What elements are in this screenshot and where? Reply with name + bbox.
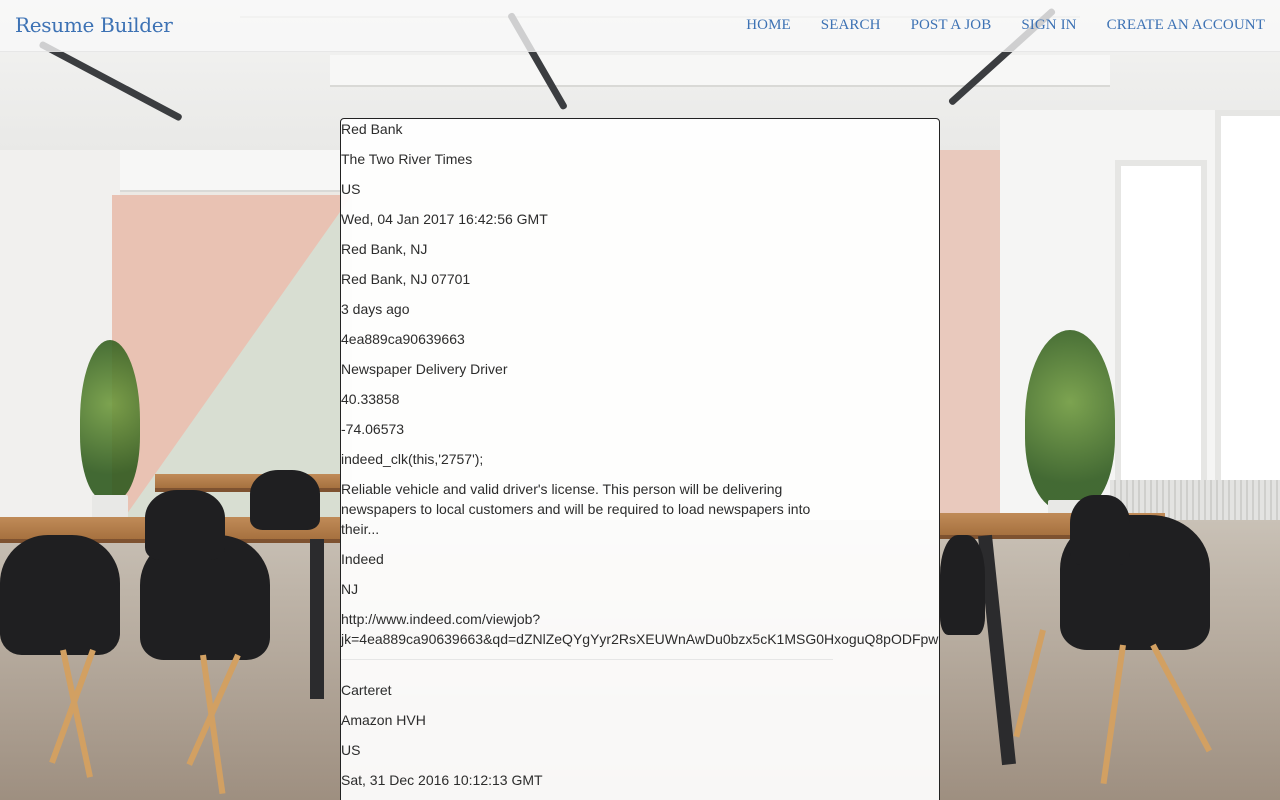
nav-item-search: SEARCH [806,17,896,34]
table-leg [310,539,324,699]
job-country: US [341,181,361,197]
nav-link-home[interactable]: HOME [731,17,806,34]
job-longitude: -74.06573 [341,421,405,437]
job-date: Sat, 31 Dec 2016 10:12:13 GMT [341,772,543,788]
job-listing: Carteret Amazon HVH US Sat, 31 Dec 2016 … [341,680,939,790]
job-company: Amazon HVH [341,712,426,728]
job-country: US [341,742,361,758]
job-company: The Two River Times [341,151,473,167]
job-formatted-location-full: Red Bank, NJ 07701 [341,271,471,287]
nav-item-home: HOME [731,17,806,34]
nav-link-search[interactable]: SEARCH [806,17,896,34]
plant [1025,330,1115,510]
nav-links: HOME SEARCH POST A JOB SIGN IN CREATE AN… [731,0,1265,51]
job-city: Carteret [341,682,392,698]
job-snippet: Reliable vehicle and valid driver's lice… [341,481,811,537]
brand-link[interactable]: Resume Builder [15,13,173,37]
window [1115,160,1207,502]
job-listing: Red Bank The Two River Times US Wed, 04 … [341,119,939,660]
job-onmousedown: indeed_clk(this,'2757'); [341,451,484,467]
job-latitude: 40.33858 [341,391,400,407]
chair [0,535,120,655]
job-source: Indeed [341,551,384,567]
chair [250,470,320,530]
nav-link-sign-in[interactable]: SIGN IN [1006,17,1091,34]
job-url-line-2: jk=4ea889ca90639663&qd=dZNlZeQYgYyr2RsXE… [341,631,939,647]
plant [80,340,140,500]
chair [940,535,985,635]
window [1215,110,1280,502]
nav-item-sign-in: SIGN IN [1006,17,1091,34]
chair [1070,495,1130,565]
nav-item-post-a-job: POST A JOB [896,17,1007,34]
nav-link-create-account[interactable]: CREATE AN ACCOUNT [1092,17,1265,34]
job-date: Wed, 04 Jan 2017 16:42:56 GMT [341,211,548,227]
nav-link-post-a-job[interactable]: POST A JOB [896,17,1007,34]
job-url[interactable]: http://www.indeed.com/viewjob? jk=4ea889… [341,609,939,649]
job-formatted-location: Red Bank, NJ [341,241,428,257]
job-title: Newspaper Delivery Driver [341,361,508,377]
job-state: NJ [341,581,359,597]
job-relative-time: 3 days ago [341,301,410,317]
nav-item-create-account: CREATE AN ACCOUNT [1092,17,1265,34]
job-separator [341,659,833,660]
navbar: Resume Builder HOME SEARCH POST A JOB SI… [0,0,1280,52]
job-key: 4ea889ca90639663 [341,331,465,347]
chair [145,490,225,560]
job-results-panel[interactable]: Red Bank The Two River Times US Wed, 04 … [340,118,940,800]
job-city: Red Bank [341,121,403,137]
job-url-line-1: http://www.indeed.com/viewjob? [341,611,541,627]
